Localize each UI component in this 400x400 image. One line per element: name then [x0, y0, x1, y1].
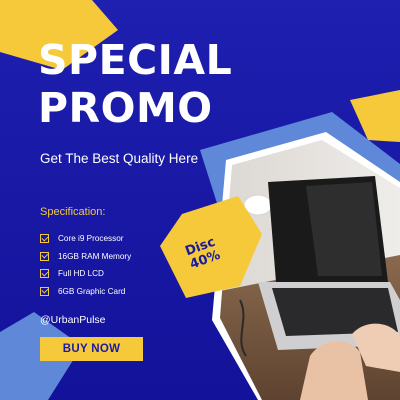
- spec-item-label: 16GB RAM Memory: [58, 251, 132, 261]
- checkbox-icon: [40, 251, 49, 261]
- spec-list: Core i9 Processor 16GB RAM Memory Full H…: [40, 230, 131, 300]
- social-handle: @UrbanPulse: [40, 314, 106, 326]
- checkbox-icon: [40, 269, 49, 279]
- spec-item: Core i9 Processor: [40, 230, 131, 248]
- spec-item: 6GB Graphic Card: [40, 283, 131, 301]
- title-line-special: SPECIAL: [38, 36, 233, 84]
- checkbox-icon: [40, 286, 49, 296]
- spec-item: Full HD LCD: [40, 265, 131, 283]
- coffee-cup: [243, 194, 273, 216]
- screen-reflection: [306, 182, 382, 276]
- buy-now-button[interactable]: BUY NOW: [40, 337, 143, 361]
- title-line-promo: PROMO: [38, 84, 213, 132]
- spec-item-label: Core i9 Processor: [58, 234, 124, 244]
- spec-heading: Specification:: [40, 206, 106, 218]
- promo-poster: SPECIAL PROMO Get The Best Quality Here …: [0, 0, 400, 400]
- checkbox-icon: [40, 234, 49, 244]
- spec-item-label: 6GB Graphic Card: [58, 286, 126, 296]
- subtitle: Get The Best Quality Here: [40, 151, 199, 166]
- spec-item-label: Full HD LCD: [58, 269, 104, 279]
- spec-item: 16GB RAM Memory: [40, 248, 131, 266]
